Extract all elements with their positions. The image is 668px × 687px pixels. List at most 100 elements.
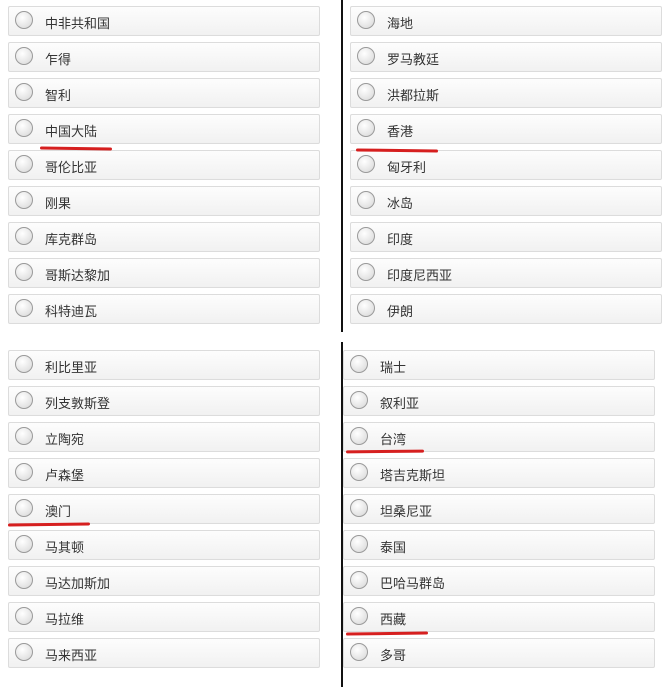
country-label: 刚果	[45, 197, 72, 212]
country-option[interactable]: 库克群岛	[8, 222, 320, 252]
country-label: 马拉维	[45, 613, 85, 628]
country-option[interactable]: 瑞士	[343, 350, 655, 380]
country-option[interactable]: 刚果	[8, 186, 320, 216]
radio-button[interactable]	[357, 83, 375, 101]
radio-button[interactable]	[15, 83, 33, 101]
country-option[interactable]: 马来西亚	[8, 638, 320, 668]
country-option[interactable]: 卢森堡	[8, 458, 320, 488]
radio-button[interactable]	[15, 643, 33, 661]
radio-button[interactable]	[15, 227, 33, 245]
country-label: 智利	[45, 89, 72, 104]
radio-button[interactable]	[15, 155, 33, 173]
country-label: 澳门	[45, 505, 72, 520]
radio-button[interactable]	[357, 47, 375, 65]
country-option[interactable]: 坦桑尼亚	[343, 494, 655, 524]
country-label: 多哥	[380, 649, 407, 664]
country-list-bottom-left: 利比里亚 列支敦斯登 立陶宛 卢森堡 澳门 马其顿 马达加斯加 马拉维 马来西亚	[8, 350, 320, 674]
radio-button[interactable]	[357, 155, 375, 173]
country-option[interactable]: 马达加斯加	[8, 566, 320, 596]
country-label: 中非共和国	[45, 17, 111, 32]
radio-button[interactable]	[357, 11, 375, 29]
radio-button[interactable]	[15, 11, 33, 29]
country-option[interactable]: 伊朗	[350, 294, 662, 324]
radio-button[interactable]	[350, 427, 368, 445]
country-label: 马来西亚	[45, 649, 98, 664]
column-divider	[341, 342, 343, 687]
country-option[interactable]: 巴哈马群岛	[343, 566, 655, 596]
country-option[interactable]: 泰国	[343, 530, 655, 560]
country-label: 马其顿	[45, 541, 85, 556]
country-option[interactable]: 澳门	[8, 494, 320, 524]
radio-button[interactable]	[15, 119, 33, 137]
radio-button[interactable]	[350, 463, 368, 481]
country-option[interactable]: 叙利亚	[343, 386, 655, 416]
country-option[interactable]: 哥伦比亚	[8, 150, 320, 180]
radio-button[interactable]	[357, 191, 375, 209]
radio-button[interactable]	[350, 391, 368, 409]
radio-button[interactable]	[357, 119, 375, 137]
country-option[interactable]: 多哥	[343, 638, 655, 668]
country-option[interactable]: 洪都拉斯	[350, 78, 662, 108]
radio-button[interactable]	[357, 299, 375, 317]
radio-button[interactable]	[15, 263, 33, 281]
radio-button[interactable]	[15, 299, 33, 317]
country-option[interactable]: 马其顿	[8, 530, 320, 560]
radio-button[interactable]	[15, 607, 33, 625]
country-option[interactable]: 海地	[350, 6, 662, 36]
radio-button[interactable]	[15, 355, 33, 373]
country-option[interactable]: 哥斯达黎加	[8, 258, 320, 288]
country-label: 印度尼西亚	[387, 269, 453, 284]
country-list-top-right: 海地 罗马教廷 洪都拉斯 香港 匈牙利 冰岛 印度 印度尼西亚 伊朗	[350, 6, 662, 330]
country-option[interactable]: 列支敦斯登	[8, 386, 320, 416]
country-label: 塔吉克斯坦	[380, 469, 446, 484]
country-option[interactable]: 印度尼西亚	[350, 258, 662, 288]
radio-button[interactable]	[350, 643, 368, 661]
country-option[interactable]: 印度	[350, 222, 662, 252]
country-label: 卢森堡	[45, 469, 85, 484]
radio-button[interactable]	[350, 499, 368, 517]
radio-button[interactable]	[15, 47, 33, 65]
country-label: 利比里亚	[45, 361, 98, 376]
column-divider	[341, 0, 343, 332]
radio-button[interactable]	[15, 191, 33, 209]
country-label: 叙利亚	[380, 397, 420, 412]
radio-button[interactable]	[350, 535, 368, 553]
radio-button[interactable]	[15, 391, 33, 409]
radio-button[interactable]	[350, 571, 368, 589]
radio-button[interactable]	[15, 535, 33, 553]
country-option[interactable]: 利比里亚	[8, 350, 320, 380]
country-option[interactable]: 乍得	[8, 42, 320, 72]
radio-button[interactable]	[15, 463, 33, 481]
country-option[interactable]: 冰岛	[350, 186, 662, 216]
country-option[interactable]: 罗马教廷	[350, 42, 662, 72]
country-option[interactable]: 中非共和国	[8, 6, 320, 36]
country-option[interactable]: 智利	[8, 78, 320, 108]
radio-button[interactable]	[350, 607, 368, 625]
country-label: 哥斯达黎加	[45, 269, 111, 284]
country-option[interactable]: 科特迪瓦	[8, 294, 320, 324]
country-option[interactable]: 塔吉克斯坦	[343, 458, 655, 488]
country-option[interactable]: 西藏	[343, 602, 655, 632]
country-option[interactable]: 中国大陆	[8, 114, 320, 144]
country-label: 中国大陆	[45, 125, 98, 140]
radio-button[interactable]	[15, 499, 33, 517]
country-option[interactable]: 台湾	[343, 422, 655, 452]
radio-button[interactable]	[15, 571, 33, 589]
country-label: 立陶宛	[45, 433, 85, 448]
country-label: 海地	[387, 17, 414, 32]
country-list-bottom-right: 瑞士 叙利亚 台湾 塔吉克斯坦 坦桑尼亚 泰国 巴哈马群岛 西藏 多哥	[343, 350, 655, 674]
radio-button[interactable]	[350, 355, 368, 373]
country-option[interactable]: 马拉维	[8, 602, 320, 632]
country-label: 科特迪瓦	[45, 305, 98, 320]
country-option[interactable]: 匈牙利	[350, 150, 662, 180]
country-label: 瑞士	[380, 361, 407, 376]
country-label: 乍得	[45, 53, 72, 68]
country-label: 匈牙利	[387, 161, 427, 176]
country-option[interactable]: 香港	[350, 114, 662, 144]
radio-button[interactable]	[15, 427, 33, 445]
country-list-top-left: 中非共和国 乍得 智利 中国大陆 哥伦比亚 刚果 库克群岛 哥斯达黎加 科特迪瓦	[8, 6, 320, 330]
country-option[interactable]: 立陶宛	[8, 422, 320, 452]
radio-button[interactable]	[357, 263, 375, 281]
country-label: 香港	[387, 125, 414, 140]
radio-button[interactable]	[357, 227, 375, 245]
